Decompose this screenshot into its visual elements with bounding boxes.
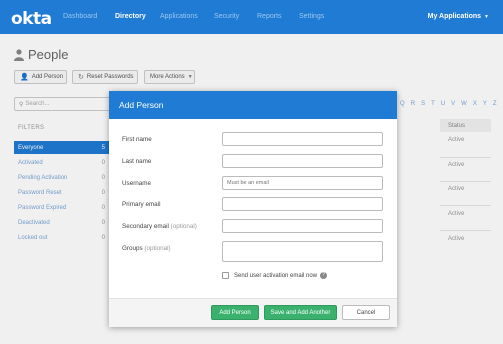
cancel-button[interactable]: Cancel [342, 305, 390, 320]
optional-tag: (optional) [144, 245, 171, 252]
dialog-title: Add Person [119, 100, 164, 110]
secondary-email-field[interactable] [222, 219, 383, 233]
groups-label: Groups (optional) [122, 245, 171, 252]
nav-dashboard[interactable]: Dashboard [63, 13, 97, 20]
add-person-submit-button[interactable]: Add Person [211, 305, 259, 320]
groups-label-text: Groups [122, 245, 143, 252]
chevron-down-icon: ▼ [484, 14, 489, 20]
send-activation-label: Send user activation email now? [234, 272, 328, 280]
secondary-email-label: Secondary email (optional) [122, 223, 197, 230]
send-activation-text: Send user activation email now [234, 273, 318, 280]
save-and-add-another-button[interactable]: Save and Add Another [264, 305, 337, 320]
nav-applications[interactable]: Applications [160, 13, 198, 20]
my-applications-label: My Applications [427, 13, 482, 20]
last-name-field[interactable] [222, 154, 383, 168]
help-icon[interactable]: ? [320, 272, 328, 279]
dialog-header: Add Person [109, 91, 397, 119]
nav-settings[interactable]: Settings [299, 13, 324, 20]
last-name-label: Last name [122, 158, 152, 165]
add-person-dialog: Add Person First name Last name Username… [109, 91, 397, 327]
top-nav-bar: okta Dashboard Directory Applications Se… [0, 0, 503, 34]
first-name-field[interactable] [222, 132, 383, 146]
send-activation-checkbox[interactable] [222, 272, 229, 279]
username-field[interactable] [222, 176, 383, 190]
nav-security[interactable]: Security [214, 13, 239, 20]
first-name-label: First name [122, 136, 152, 143]
okta-logo[interactable]: okta [11, 9, 52, 29]
username-label: Username [122, 180, 152, 187]
primary-email-field[interactable] [222, 197, 383, 211]
groups-field[interactable] [222, 241, 383, 262]
my-applications-link[interactable]: My Applications ▼ [428, 13, 489, 20]
primary-email-label: Primary email [122, 201, 161, 208]
nav-directory[interactable]: Directory [115, 13, 146, 20]
secondary-email-label-text: Secondary email [122, 223, 169, 230]
optional-tag: (optional) [170, 223, 197, 230]
nav-reports[interactable]: Reports [257, 13, 282, 20]
